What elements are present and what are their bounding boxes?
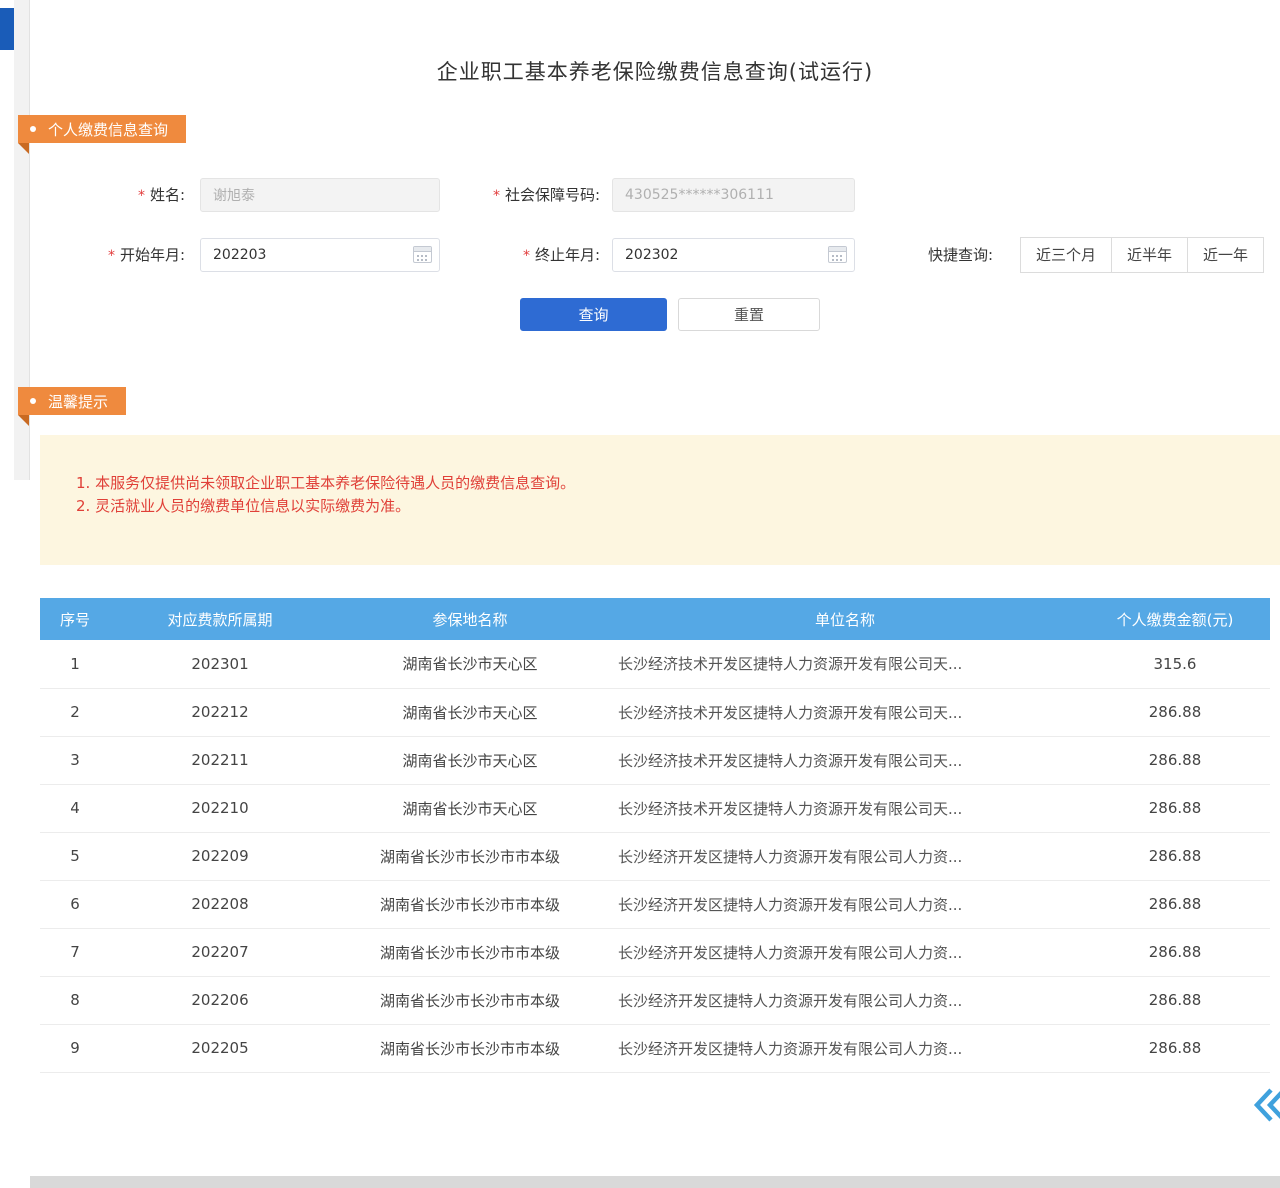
notice-line: 1. 本服务仅提供尚未领取企业职工基本养老保险待遇人员的缴费信息查询。 <box>76 472 1280 495</box>
notice-line: 2. 灵活就业人员的缴费单位信息以实际缴费为准。 <box>76 495 1280 518</box>
table-cell: 202208 <box>110 880 330 928</box>
table-cell: 湖南省长沙市天心区 <box>330 784 610 832</box>
table-cell: 长沙经济开发区捷特人力资源开发有限公司人力资... <box>610 928 1080 976</box>
ssn-input[interactable] <box>612 178 855 212</box>
column-header-period: 对应费款所属期 <box>110 598 330 640</box>
name-input[interactable] <box>200 178 440 212</box>
column-header-company: 单位名称 <box>610 598 1080 640</box>
table-cell: 286.88 <box>1080 688 1270 736</box>
table-cell: 长沙经济开发区捷特人力资源开发有限公司人力资... <box>610 832 1080 880</box>
section-badge-tips-label: 温馨提示 <box>48 391 108 412</box>
table-cell: 湖南省长沙市长沙市市本级 <box>330 928 610 976</box>
table-cell: 202212 <box>110 688 330 736</box>
ssn-label: *社会保障号码: <box>440 178 600 212</box>
table-cell: 286.88 <box>1080 736 1270 784</box>
table-cell: 315.6 <box>1080 640 1270 688</box>
table-cell: 7 <box>40 928 110 976</box>
quick-query-group: 近三个月 近半年 近一年 <box>1020 237 1264 273</box>
start-month-input[interactable] <box>200 238 440 272</box>
table-cell: 1 <box>40 640 110 688</box>
corner-tab <box>0 8 14 50</box>
ribbon-fold <box>18 415 29 426</box>
table-row: 2202212湖南省长沙市天心区长沙经济技术开发区捷特人力资源开发有限公司天..… <box>40 688 1270 736</box>
column-header-amount: 个人缴费金额(元) <box>1080 598 1270 640</box>
table-cell: 湖南省长沙市天心区 <box>330 688 610 736</box>
required-asterisk: * <box>523 248 530 264</box>
table-cell: 202301 <box>110 640 330 688</box>
query-button[interactable]: 查询 <box>520 298 667 331</box>
bullet-icon <box>30 398 36 404</box>
table-row: 3202211湖南省长沙市天心区长沙经济技术开发区捷特人力资源开发有限公司天..… <box>40 736 1270 784</box>
column-header-index: 序号 <box>40 598 110 640</box>
table-cell: 长沙经济技术开发区捷特人力资源开发有限公司天... <box>610 688 1080 736</box>
table-cell: 长沙经济技术开发区捷特人力资源开发有限公司天... <box>610 640 1080 688</box>
quick-option-3months[interactable]: 近三个月 <box>1020 237 1112 273</box>
table-cell: 286.88 <box>1080 880 1270 928</box>
results-table-container: 序号 对应费款所属期 参保地名称 单位名称 个人缴费金额(元) 1202301湖… <box>40 598 1270 1073</box>
table-cell: 5 <box>40 832 110 880</box>
calendar-icon[interactable] <box>413 246 432 263</box>
results-table: 序号 对应费款所属期 参保地名称 单位名称 个人缴费金额(元) 1202301湖… <box>40 598 1270 1073</box>
section-badge-query-label: 个人缴费信息查询 <box>48 119 168 140</box>
quick-option-1year[interactable]: 近一年 <box>1187 237 1264 273</box>
table-row: 9202205湖南省长沙市长沙市市本级长沙经济开发区捷特人力资源开发有限公司人力… <box>40 1024 1270 1072</box>
reset-button[interactable]: 重置 <box>678 298 820 331</box>
table-cell: 202211 <box>110 736 330 784</box>
table-cell: 长沙经济技术开发区捷特人力资源开发有限公司天... <box>610 736 1080 784</box>
table-cell: 湖南省长沙市长沙市市本级 <box>330 976 610 1024</box>
table-cell: 长沙经济开发区捷特人力资源开发有限公司人力资... <box>610 880 1080 928</box>
table-cell: 8 <box>40 976 110 1024</box>
table-row: 6202208湖南省长沙市长沙市市本级长沙经济开发区捷特人力资源开发有限公司人力… <box>40 880 1270 928</box>
table-cell: 286.88 <box>1080 1024 1270 1072</box>
table-cell: 长沙经济技术开发区捷特人力资源开发有限公司天... <box>610 784 1080 832</box>
table-header-row: 序号 对应费款所属期 参保地名称 单位名称 个人缴费金额(元) <box>40 598 1270 640</box>
table-cell: 286.88 <box>1080 784 1270 832</box>
table-row: 8202206湖南省长沙市长沙市市本级长沙经济开发区捷特人力资源开发有限公司人力… <box>40 976 1270 1024</box>
table-cell: 长沙经济开发区捷特人力资源开发有限公司人力资... <box>610 976 1080 1024</box>
table-cell: 6 <box>40 880 110 928</box>
table-cell: 202210 <box>110 784 330 832</box>
notice-box: 1. 本服务仅提供尚未领取企业职工基本养老保险待遇人员的缴费信息查询。 2. 灵… <box>40 435 1280 565</box>
table-cell: 湖南省长沙市天心区 <box>330 640 610 688</box>
chevrons-left-icon[interactable] <box>1253 1087 1280 1123</box>
required-asterisk: * <box>138 188 145 204</box>
section-badge-tips: 温馨提示 <box>18 387 126 426</box>
required-asterisk: * <box>493 188 500 204</box>
table-row: 5202209湖南省长沙市长沙市市本级长沙经济开发区捷特人力资源开发有限公司人力… <box>40 832 1270 880</box>
calendar-icon[interactable] <box>828 246 847 263</box>
horizontal-scrollbar[interactable] <box>30 1176 1280 1188</box>
required-asterisk: * <box>108 248 115 264</box>
bullet-icon <box>30 126 36 132</box>
table-cell: 湖南省长沙市天心区 <box>330 736 610 784</box>
table-cell: 286.88 <box>1080 832 1270 880</box>
quick-query-label: 快捷查询: <box>928 237 993 273</box>
table-cell: 长沙经济开发区捷特人力资源开发有限公司人力资... <box>610 1024 1080 1072</box>
start-month-label: *开始年月: <box>30 238 185 272</box>
end-month-label: *终止年月: <box>440 238 600 272</box>
quick-option-halfyear[interactable]: 近半年 <box>1111 237 1188 273</box>
table-cell: 286.88 <box>1080 928 1270 976</box>
table-cell: 2 <box>40 688 110 736</box>
table-row: 7202207湖南省长沙市长沙市市本级长沙经济开发区捷特人力资源开发有限公司人力… <box>40 928 1270 976</box>
table-cell: 湖南省长沙市长沙市市本级 <box>330 880 610 928</box>
table-cell: 3 <box>40 736 110 784</box>
table-cell: 4 <box>40 784 110 832</box>
name-label: *姓名: <box>30 178 185 212</box>
section-badge-query: 个人缴费信息查询 <box>18 115 186 154</box>
table-cell: 202205 <box>110 1024 330 1072</box>
end-month-input[interactable] <box>612 238 855 272</box>
table-cell: 湖南省长沙市长沙市市本级 <box>330 832 610 880</box>
column-header-region: 参保地名称 <box>330 598 610 640</box>
table-row: 4202210湖南省长沙市天心区长沙经济技术开发区捷特人力资源开发有限公司天..… <box>40 784 1270 832</box>
table-cell: 湖南省长沙市长沙市市本级 <box>330 1024 610 1072</box>
table-cell: 202206 <box>110 976 330 1024</box>
table-cell: 9 <box>40 1024 110 1072</box>
table-cell: 202207 <box>110 928 330 976</box>
page-title: 企业职工基本养老保险缴费信息查询(试运行) <box>30 56 1280 86</box>
table-cell: 202209 <box>110 832 330 880</box>
table-cell: 286.88 <box>1080 976 1270 1024</box>
ribbon-fold <box>18 143 29 154</box>
table-row: 1202301湖南省长沙市天心区长沙经济技术开发区捷特人力资源开发有限公司天..… <box>40 640 1270 688</box>
